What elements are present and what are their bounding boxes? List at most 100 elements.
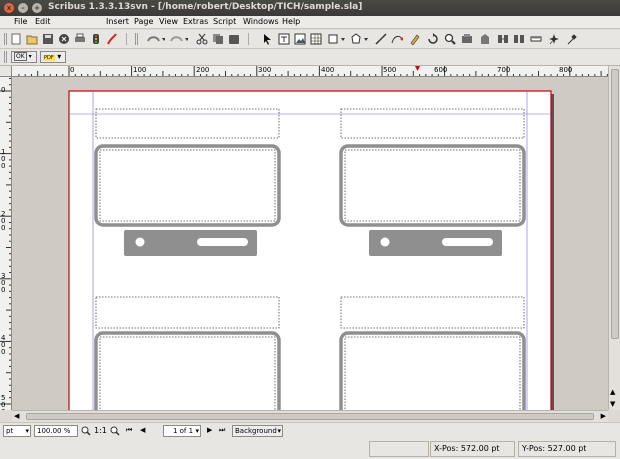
toolbar-grip-icon [4,33,7,45]
vertical-ruler[interactable]: 0 100 200 300 400 500 [0,77,12,410]
polygon-icon[interactable] [351,33,369,45]
measure-icon[interactable] [530,33,542,45]
image-frame[interactable] [339,144,526,227]
last-page-icon[interactable]: ⏭ [219,426,225,435]
open-icon[interactable] [26,33,38,45]
menu-windows[interactable]: Windows [243,17,279,26]
pdf-field-label: OK [14,52,27,61]
document-canvas[interactable] [12,77,608,410]
paste-icon[interactable] [228,33,240,45]
next-page-icon[interactable]: ▶ [207,426,212,434]
ruler-h-label-500: 500 [383,66,397,74]
horizontal-scrollbar[interactable]: ◀ ▶ [12,410,608,422]
text-frame-icon[interactable] [278,33,290,45]
bezier-icon[interactable] [391,33,403,45]
horizontal-ruler[interactable]: 0 100 200 300 400 500 600 700 800 [12,66,608,77]
ruler-v-label-500: 500 [1,394,6,411]
line-icon[interactable] [375,33,387,45]
unit-value: pt [6,427,14,435]
toolbar2-grip-icon [4,51,7,63]
prev-page-icon[interactable]: ◀ [140,426,145,434]
unit-select[interactable]: pt ▾ [3,425,31,437]
vertical-ruler-ticks [0,77,11,405]
scroll-right-icon[interactable]: ▶ [601,412,606,420]
chevron-down-icon: ▾ [57,52,62,61]
vertical-scroll-thumb[interactable] [611,69,619,339]
page-value: 1 of 1 [172,427,194,435]
cut-icon[interactable] [196,33,208,45]
edit-contents-icon[interactable] [461,33,473,45]
zoom-input[interactable]: 100.00 % [34,425,78,437]
menu-view[interactable]: View [159,17,178,26]
new-icon[interactable] [10,33,22,45]
edit-text-icon[interactable] [479,33,491,45]
image-frame[interactable] [94,331,281,410]
table-icon[interactable] [310,33,322,45]
ruler-v-label-400: 400 [1,334,6,356]
menu-file[interactable]: File [14,17,27,26]
scroll-down-icon[interactable]: ▼ [610,400,615,408]
page-select[interactable]: 1 of 1 ▾ [163,425,201,437]
scroll-up-icon[interactable]: ▲ [610,388,615,396]
image-frame[interactable] [94,144,281,227]
pdf-annotation-button[interactable]: PDF ▾ [40,51,66,63]
menu-script[interactable]: Script [213,17,236,26]
minimize-window-button[interactable]: – [18,3,28,13]
ruler-v-label-100: 100 [1,148,6,170]
maximize-window-button[interactable]: + [32,3,42,13]
vertical-scrollbar[interactable]: ▲ ▼ [608,66,620,410]
shape-icon[interactable] [328,33,346,45]
x-position-readout: X-Pos: 572.00 pt [430,441,515,457]
menu-extras[interactable]: Extras [183,17,208,26]
first-page-icon[interactable]: ⏮ [126,426,132,435]
ruler-h-label-800: 800 [559,66,573,74]
ruler-v-label-0: 0 [1,86,6,94]
rotate-icon[interactable] [427,33,439,45]
window-title: Scribus 1.3.3.13svn - [/home/robert/Desk… [48,2,363,12]
layer-select[interactable]: Background ▾ [232,425,283,437]
link-frames-icon[interactable] [497,33,509,45]
eyedropper-icon[interactable] [566,33,578,45]
menu-help[interactable]: Help [282,17,300,26]
pdf-field-button[interactable]: OK ▾ [11,51,37,63]
ruler-v-label-300: 300 [1,272,6,294]
button-dot [135,237,145,247]
zoom-out-icon[interactable] [81,426,91,436]
export-pdf-icon[interactable] [106,33,118,45]
image-frame-icon[interactable] [294,33,306,45]
menu-insert[interactable]: Insert [106,17,129,26]
chevron-down-icon: ▾ [25,427,29,435]
ruler-corner [0,66,12,77]
menu-page[interactable]: Page [134,17,153,26]
print-icon[interactable] [74,33,86,45]
zoom-in-icon[interactable] [110,426,120,436]
menu-edit[interactable]: Edit [35,17,51,26]
save-icon[interactable] [42,33,54,45]
horizontal-scroll-thumb[interactable] [26,413,594,420]
y-pos-value: 527.00 pt [547,444,587,453]
scroll-left-icon[interactable]: ◀ [14,412,19,420]
menu-bar: File Edit Insert Page View Extras Script… [0,16,620,29]
y-pos-label: Y-Pos: [522,444,546,453]
redo-icon[interactable] [168,33,188,45]
chevron-down-icon: ▾ [28,53,32,60]
freehand-icon[interactable] [409,33,421,45]
preflight-icon[interactable] [90,33,102,45]
copy-icon[interactable] [212,33,224,45]
title-bar: x – + Scribus 1.3.3.13svn - [/home/rober… [0,0,620,16]
copy-properties-icon[interactable] [548,33,560,45]
close-window-button[interactable]: x [4,3,14,13]
select-icon[interactable] [262,33,274,45]
scribus-window: x – + Scribus 1.3.3.13svn - [/home/rober… [0,0,620,459]
y-position-readout: Y-Pos: 527.00 pt [518,441,616,457]
ruler-v-label-200: 200 [1,210,6,232]
unlink-frames-icon[interactable] [513,33,525,45]
close-doc-icon[interactable] [58,33,70,45]
chevron-down-icon: ▾ [277,427,281,435]
undo-icon[interactable] [145,33,165,45]
image-frame[interactable] [339,331,526,410]
page-drawing [68,90,554,410]
zoom-icon[interactable] [444,33,456,45]
ruler-h-label-600: 600 [434,66,448,74]
zoom-ratio-button[interactable]: 1:1 [94,426,107,435]
